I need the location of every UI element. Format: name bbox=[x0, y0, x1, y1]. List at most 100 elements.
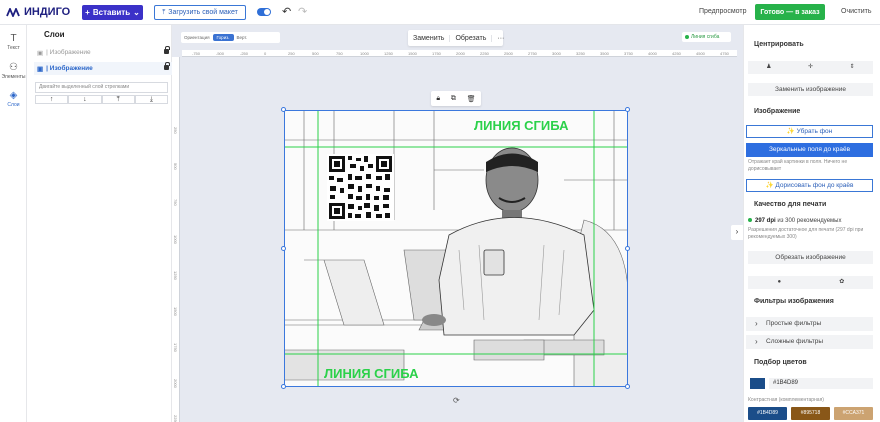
ruler-tick-label: 250 bbox=[173, 127, 178, 134]
sidebar-item-layers[interactable]: ◈ Слои bbox=[0, 90, 27, 108]
bring-front-icon[interactable]: ⤒ bbox=[101, 95, 135, 104]
ruler-tick-label: 1500 bbox=[408, 51, 417, 56]
shape-icon[interactable]: ✿ bbox=[811, 276, 874, 289]
resize-handle[interactable] bbox=[625, 384, 630, 389]
ruler-tick-label: 1750 bbox=[173, 343, 178, 352]
orientation-horizontal[interactable]: Гориз. bbox=[212, 34, 234, 41]
clear-link[interactable]: Очистить bbox=[841, 8, 871, 15]
ruler-tick-label: 3750 bbox=[624, 51, 633, 56]
selection-box[interactable] bbox=[284, 110, 628, 387]
orientation-label: Ориентация bbox=[184, 35, 210, 40]
ruler-tick-label: 750 bbox=[336, 51, 343, 56]
resize-handle[interactable] bbox=[625, 107, 630, 112]
insert-label: Вставить bbox=[92, 8, 131, 17]
color-chip[interactable]: #895718 bbox=[791, 407, 830, 420]
crop-image-button[interactable]: Обрезать изображение bbox=[748, 251, 873, 264]
colors-title: Подбор цветов bbox=[754, 359, 807, 366]
snap-toggle[interactable] bbox=[257, 8, 271, 16]
center-vertical-icon[interactable]: ⇕ bbox=[831, 61, 873, 74]
lock-icon[interactable]: 🔒︎ bbox=[436, 95, 440, 103]
orientation-vertical[interactable]: Верт. bbox=[237, 35, 248, 40]
ruler-tick-label: 2250 bbox=[480, 51, 489, 56]
replace-image-button[interactable]: Заменить изображение bbox=[748, 83, 873, 96]
vertical-ruler: 250 500 750 1000 1250 1500 1750 2000 2250 bbox=[172, 57, 180, 422]
center-person-icon[interactable]: ♟ bbox=[748, 61, 790, 74]
ruler-tick-label: 1500 bbox=[173, 307, 178, 316]
color-chips: #1B4D89 #895718 #CCA371 bbox=[748, 407, 873, 420]
rotate-icon[interactable]: ⟳ bbox=[453, 396, 460, 405]
sidebar-item-elements[interactable]: ⚇ Элементы bbox=[0, 62, 27, 80]
layers-title: Слои bbox=[44, 30, 65, 39]
image-icon: ▣ bbox=[37, 65, 44, 73]
dot-icon[interactable]: ● bbox=[748, 276, 811, 289]
arrow-up-icon[interactable]: ↑ bbox=[35, 95, 69, 104]
elements-icon: ⚇ bbox=[9, 62, 18, 73]
layers-panel: Слои ▣ | Изображение ▣ | Изображение Дви… bbox=[27, 25, 189, 422]
center-buttons: ♟ ✛ ⇕ bbox=[748, 61, 873, 74]
resize-handle[interactable] bbox=[625, 246, 630, 251]
lock-icon[interactable] bbox=[164, 46, 170, 54]
chevron-down-icon: ⌄ bbox=[133, 8, 140, 17]
layer-row-selected[interactable]: ▣ | Изображение bbox=[34, 62, 189, 75]
sidebar-item-label: Текст bbox=[7, 45, 20, 51]
sidebar-item-text[interactable]: T Текст bbox=[0, 33, 27, 51]
image-icon: ▣ bbox=[37, 49, 44, 57]
arrow-down-icon[interactable]: ↓ bbox=[68, 95, 102, 104]
center-horizontal-icon[interactable]: ✛ bbox=[790, 61, 832, 74]
color-chip[interactable]: #1B4D89 bbox=[748, 407, 787, 420]
send-back-icon[interactable]: ⤓ bbox=[134, 95, 168, 104]
insert-button[interactable]: + Вставить ⌄ bbox=[82, 5, 143, 20]
ruler-tick-label: 4000 bbox=[648, 51, 657, 56]
ruler-tick-label: 4500 bbox=[696, 51, 705, 56]
color-hex-field[interactable]: #1B4D89 bbox=[769, 378, 873, 389]
ruler-tick-label: 1750 bbox=[432, 51, 441, 56]
layer-row[interactable]: ▣ | Изображение bbox=[34, 46, 189, 59]
ruler-tick-label: 2000 bbox=[456, 51, 465, 56]
image-toolbar: Заменить Обрезать ··· bbox=[408, 30, 504, 46]
crop-button[interactable]: Обрезать bbox=[450, 34, 493, 42]
mirror-edges-button[interactable]: Зеркальные поля до краёв bbox=[746, 143, 873, 157]
properties-panel: Центрировать ♟ ✛ ⇕ Заменить изображение … bbox=[743, 25, 880, 422]
extend-bg-button[interactable]: ✨ Дорисовать фон до краёв bbox=[746, 179, 873, 192]
layer-label: | Изображение bbox=[46, 65, 93, 72]
ruler-tick-label: 1000 bbox=[173, 235, 178, 244]
resize-handle[interactable] bbox=[281, 246, 286, 251]
dpi-value: 297 dpi bbox=[755, 218, 776, 224]
ruler-tick-label: 250 bbox=[288, 51, 295, 56]
ruler-tick-label: 3500 bbox=[600, 51, 609, 56]
more-button[interactable]: ··· bbox=[492, 35, 509, 42]
resize-handle[interactable] bbox=[281, 384, 286, 389]
ruler-tick-label: 2000 bbox=[173, 379, 178, 388]
resize-handle[interactable] bbox=[281, 107, 286, 112]
remove-bg-button[interactable]: ✨ Убрать фон bbox=[746, 125, 873, 138]
delete-icon[interactable]: 🗑︎ bbox=[467, 95, 476, 103]
filters-title: Фильтры изображения bbox=[754, 298, 834, 305]
ruler-tick-label: -750 bbox=[192, 51, 201, 56]
preview-link[interactable]: Предпросмотр bbox=[699, 8, 746, 15]
ruler-tick-label: 2250 bbox=[173, 415, 178, 422]
redo-icon[interactable]: ↷ bbox=[298, 5, 307, 18]
ruler-tick-label: 3250 bbox=[576, 51, 585, 56]
logo[interactable]: ИНДИГО bbox=[6, 6, 70, 18]
canvas-workspace[interactable]: Ориентация Гориз. Верт. Заменить Обрезат… bbox=[172, 25, 743, 422]
simple-filters[interactable]: Простые фильтры bbox=[746, 317, 873, 331]
image-title: Изображение bbox=[754, 108, 801, 115]
ruler-tick-label: 500 bbox=[312, 51, 319, 56]
horizontal-ruler: -750 -500 -250 0 250 500 750 1000 1250 1500 1750 20… bbox=[182, 50, 737, 57]
lock-icon[interactable] bbox=[164, 62, 170, 70]
chevron-right-icon[interactable]: › bbox=[731, 225, 743, 240]
upload-label: Загрузить свой макет bbox=[168, 9, 238, 16]
text-icon: T bbox=[10, 33, 17, 44]
color-swatch[interactable] bbox=[750, 378, 765, 389]
sidebar-item-label: Элементы bbox=[1, 74, 26, 80]
dpi-note: Разрешения достаточное для печати (297 d… bbox=[748, 227, 864, 240]
fold-line-toggle[interactable]: Линия сгиба bbox=[682, 32, 731, 42]
replace-button[interactable]: Заменить bbox=[408, 34, 451, 42]
layer-label: | Изображение bbox=[46, 49, 91, 56]
duplicate-icon[interactable]: ⧉ bbox=[451, 95, 456, 103]
undo-icon[interactable]: ↶ bbox=[282, 5, 291, 18]
done-order-button[interactable]: Готово — в заказ bbox=[755, 4, 825, 20]
color-chip[interactable]: #CCA371 bbox=[834, 407, 873, 420]
complex-filters[interactable]: Сложные фильтры bbox=[746, 335, 873, 349]
upload-layout-button[interactable]: ⤒ Загрузить свой макет bbox=[154, 5, 246, 20]
